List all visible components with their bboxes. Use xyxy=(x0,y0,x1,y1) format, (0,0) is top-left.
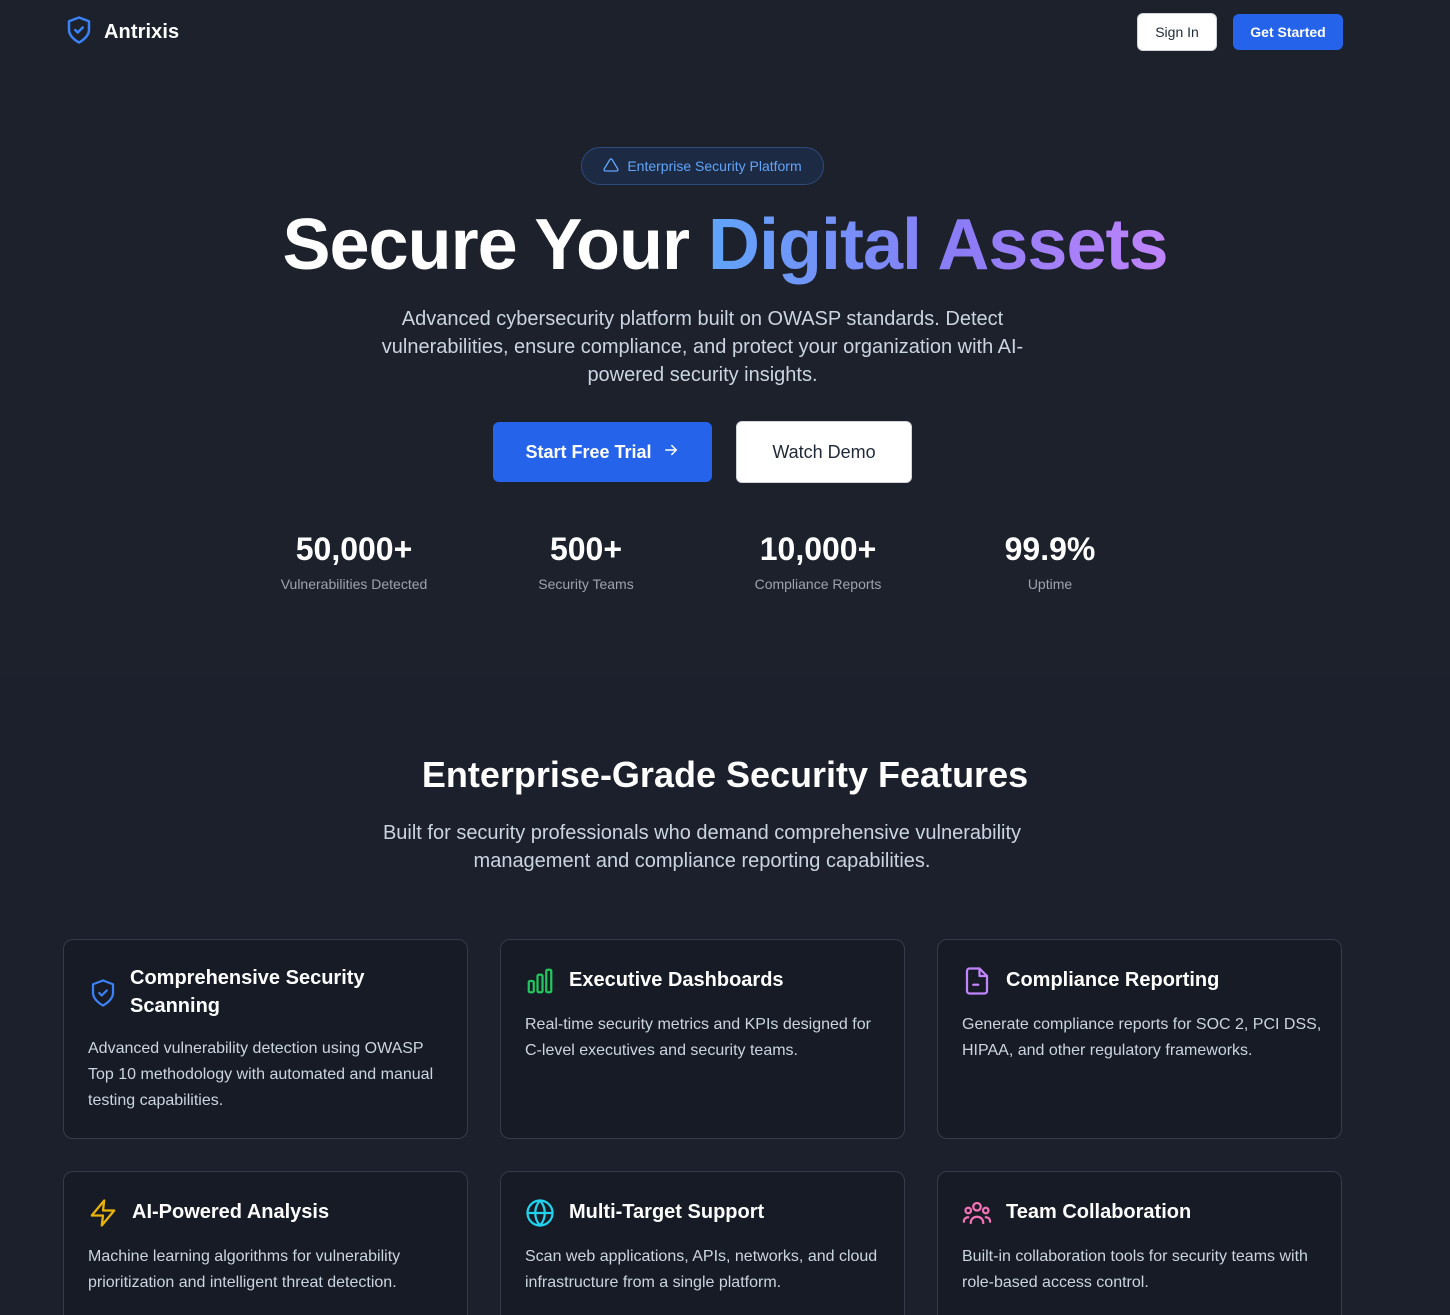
feature-card-desc: Scan web applications, APIs, networks, a… xyxy=(525,1248,878,1291)
watch-demo-button[interactable]: Watch Demo xyxy=(736,421,912,483)
feature-card-title: Comprehensive Security Scanning xyxy=(130,967,365,1017)
feature-card-multitarget: Multi-Target Support Scan web applicatio… xyxy=(500,1171,905,1315)
feature-card-title: Multi-Target Support xyxy=(569,1201,765,1223)
brand-logo[interactable]: Antrixis xyxy=(64,15,180,50)
stat-label: Vulnerabilities Detected xyxy=(280,576,428,592)
features-subtitle: Built for security professionals who dem… xyxy=(382,822,1022,872)
stat-value: 50,000+ xyxy=(295,531,413,567)
users-icon xyxy=(962,1198,992,1228)
arrow-right-icon xyxy=(662,441,680,464)
hero-headline: Secure Your Digital Assets xyxy=(0,200,1450,290)
feature-card-title: Executive Dashboards xyxy=(569,969,784,991)
feature-card-desc: Advanced vulnerability detection using O… xyxy=(88,1040,434,1109)
feature-card-title: Compliance Reporting xyxy=(1006,969,1220,991)
stat-item: 500+ Security Teams xyxy=(470,528,702,592)
feature-card-desc: Generate compliance reports for SOC 2, P… xyxy=(962,1016,1322,1059)
get-started-button[interactable]: Get Started xyxy=(1233,14,1343,50)
shield-check-icon xyxy=(88,978,118,1008)
stat-item: 99.9% Uptime xyxy=(934,528,1166,592)
stat-label: Compliance Reports xyxy=(754,576,882,592)
stat-value: 500+ xyxy=(549,531,623,567)
sign-in-button[interactable]: Sign In xyxy=(1137,13,1217,51)
hero-subtext: Advanced cybersecurity platform built on… xyxy=(381,308,1024,386)
globe-icon xyxy=(525,1198,555,1228)
feature-card-desc: Machine learning algorithms for vulnerab… xyxy=(88,1248,401,1291)
alert-triangle-icon xyxy=(603,157,619,176)
start-free-trial-label: Start Free Trial xyxy=(525,441,652,462)
platform-badge: Enterprise Security Platform xyxy=(581,147,824,185)
feature-card-dashboards: Executive Dashboards Real-time security … xyxy=(500,939,905,1139)
stat-value: 10,000+ xyxy=(759,531,877,567)
badge-label: Enterprise Security Platform xyxy=(627,158,802,174)
bar-chart-icon xyxy=(525,966,555,996)
stat-item: 10,000+ Compliance Reports xyxy=(702,528,934,592)
zap-icon xyxy=(88,1198,118,1228)
stat-item: 50,000+ Vulnerabilities Detected xyxy=(238,528,470,592)
brand-name: Antrixis xyxy=(104,20,180,43)
file-text-icon xyxy=(962,966,992,996)
stat-value: 99.9% xyxy=(1004,531,1096,567)
shield-logo-icon xyxy=(64,15,94,50)
feature-card-collaboration: Team Collaboration Built-in collaboratio… xyxy=(937,1171,1342,1315)
start-free-trial-button[interactable]: Start Free Trial xyxy=(493,422,712,482)
feature-card-compliance: Compliance Reporting Generate compliance… xyxy=(937,939,1342,1139)
headline-plain: Secure Your xyxy=(282,205,709,285)
feature-card-desc: Built-in collaboration tools for securit… xyxy=(962,1248,1308,1291)
feature-card-title: Team Collaboration xyxy=(1006,1201,1192,1223)
feature-card-title: AI-Powered Analysis xyxy=(132,1201,330,1223)
features-title: Enterprise-Grade Security Features xyxy=(421,754,1029,795)
headline-gradient: Digital Assets xyxy=(708,205,1168,285)
feature-card-ai: AI-Powered Analysis Machine learning alg… xyxy=(63,1171,468,1315)
feature-card-scanning: Comprehensive Security Scanning Advanced… xyxy=(63,939,468,1139)
stat-label: Uptime xyxy=(1027,576,1073,592)
feature-card-desc: Real-time security metrics and KPIs desi… xyxy=(525,1016,871,1059)
stat-label: Security Teams xyxy=(538,576,634,592)
